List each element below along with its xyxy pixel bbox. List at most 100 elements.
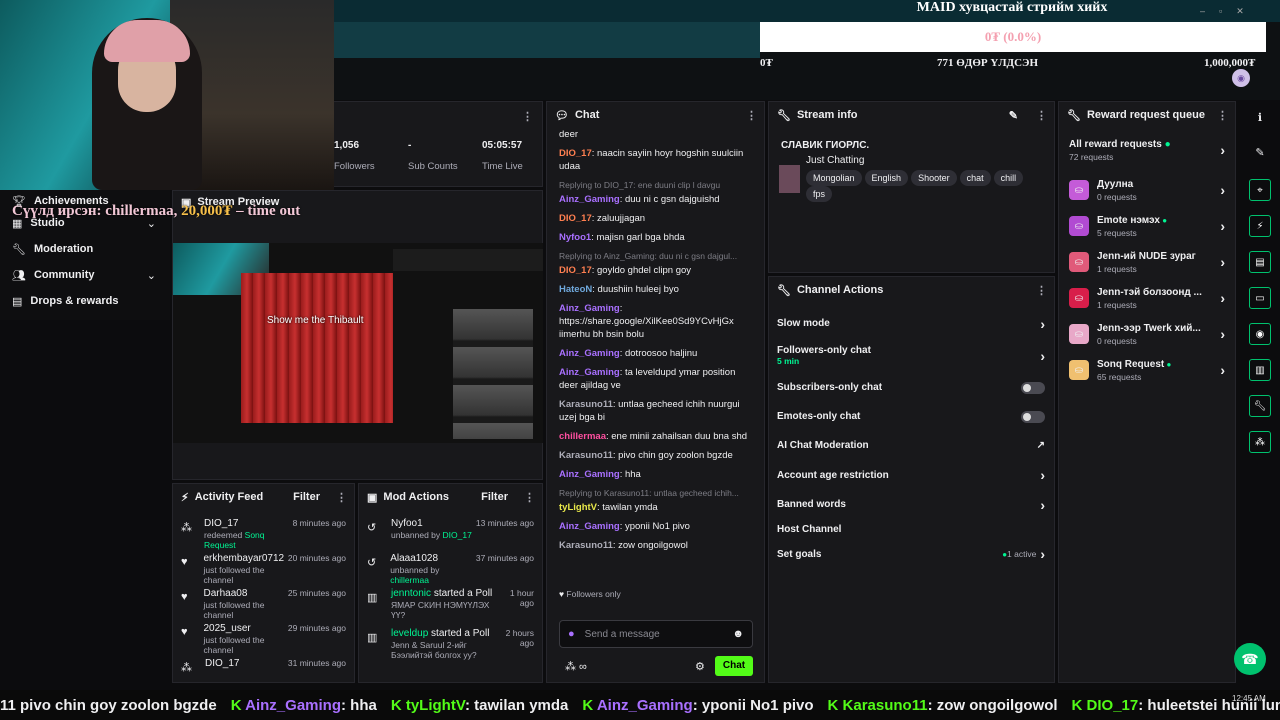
chat-message[interactable]: Replying to Ainz_Gaming: duu ni c gsn da… <box>559 250 752 277</box>
chat-message[interactable]: Ainz_Gaming: yponii No1 pivo <box>559 520 752 533</box>
chat-username[interactable]: Karasuno11 <box>559 540 613 551</box>
stream-tag[interactable]: fps <box>806 186 833 202</box>
sidebar-item-community[interactable]: 👥︎ Community ⌄ <box>0 262 170 288</box>
chat-message[interactable]: Nyfoo1: majisn garl bga bhda <box>559 231 752 244</box>
chat-message[interactable]: Ainz_Gaming: hha <box>559 468 752 481</box>
sidebar-item-moderation[interactable]: 🔧︎ Moderation <box>0 236 170 262</box>
mod-item[interactable]: ▥ jenntonic started a Poll ЯМАР СКИН НЭМҮҮ… <box>359 588 542 628</box>
sidebar-item-drops[interactable]: ▤ Drops & rewards <box>0 288 170 314</box>
chat-username[interactable]: Karasuno11 <box>559 450 613 461</box>
reward-item[interactable]: ⛀ Jenn-ээр Twerk хий... 0 requests › <box>1059 316 1235 352</box>
mod-menu-button[interactable]: ⋮ <box>524 491 535 504</box>
reward-item[interactable]: ⛀ Emote нэмэх ● 5 requests › <box>1059 208 1235 244</box>
category-label[interactable]: Just Chatting <box>806 155 1044 166</box>
broadcast-icon[interactable]: ◉ <box>1249 323 1271 345</box>
channel-action-item[interactable]: Banned words › <box>769 490 1053 519</box>
edit-icon[interactable]: ✎ <box>1009 109 1018 122</box>
chat-message[interactable]: DIO_17: zaluujjagan <box>559 212 752 225</box>
activity-item[interactable]: ♥ erkhembayar0712 just followed the channe… <box>173 553 354 588</box>
support-button[interactable]: ☎︎ <box>1234 643 1266 675</box>
stream-tag[interactable]: English <box>864 170 909 186</box>
chat-username[interactable]: Karasuno11 <box>559 399 613 410</box>
mic-icon[interactable]: ● <box>568 628 575 640</box>
activity-menu-button[interactable]: ⋮ <box>336 491 347 504</box>
chat-message[interactable]: Karasuno11: pivo chin goy zoolon bgzde <box>559 449 752 462</box>
mod-item[interactable]: ↺ Nyfoo1 unbanned by DIO_17 13 minutes ago <box>359 518 542 553</box>
stream-tag[interactable]: chill <box>993 170 1024 186</box>
stream-preview-video[interactable]: Show me the Thibault <box>173 243 543 443</box>
chat-username[interactable]: Ainz_Gaming <box>559 194 620 205</box>
activity-filter-button[interactable]: Filter <box>293 491 320 503</box>
external-link-icon[interactable]: ↗ <box>1037 440 1045 451</box>
chat-username[interactable]: DIO_17 <box>559 265 592 276</box>
reward-menu-button[interactable]: ⋮ <box>1217 109 1228 122</box>
document-icon[interactable]: ▤ <box>1249 251 1271 273</box>
reward-item[interactable]: ⛀ Jenn-тэй болзоонд ... 1 requests › <box>1059 280 1235 316</box>
activity-item[interactable]: ♥ 2025_user just followed the channel 29 mi… <box>173 623 354 658</box>
layout-icon[interactable]: ▥ <box>1249 359 1271 381</box>
bolt-icon[interactable]: ⚡︎ <box>1249 215 1271 237</box>
channel-action-item[interactable]: Host Channel <box>769 519 1053 539</box>
chat-message[interactable]: Replying to DIO_17: ene duuni clip l dav… <box>559 179 752 206</box>
channel-action-item[interactable]: Emotes-only chat <box>769 402 1053 431</box>
chat-username[interactable]: Ainz_Gaming <box>559 303 620 314</box>
mod-filter-button[interactable]: Filter <box>481 491 508 503</box>
chat-username[interactable]: Ainz_Gaming <box>559 521 620 532</box>
chat-input[interactable]: ● Send a message ☻ <box>559 620 753 648</box>
stats-menu-button[interactable]: ⋮ <box>522 110 533 123</box>
chat-username[interactable]: Ainz_Gaming <box>559 367 620 378</box>
chat-username[interactable]: chillermaa <box>559 431 606 442</box>
activity-item[interactable]: ♥ Darhaa08 just followed the channel 25 min… <box>173 588 354 623</box>
chat-username[interactable]: DIO_17 <box>559 213 592 224</box>
chat-message[interactable]: Karasuno11: zow ongoilgowol <box>559 539 752 552</box>
stream-info-menu-button[interactable]: ⋮ <box>1036 109 1047 122</box>
chat-bottom-icons[interactable]: ⁂ ∞ <box>565 660 587 673</box>
chat-message[interactable]: Ainz_Gaming: https://share.google/XilKee… <box>559 302 752 341</box>
focus-icon[interactable]: ⌖ <box>1249 179 1271 201</box>
chat-username[interactable]: HateoN <box>559 284 592 295</box>
chat-settings-icon[interactable]: ⚙︎ <box>695 660 705 673</box>
activity-item[interactable]: ⁂ DIO_17 redeemed Sonq Request 8 minutes ag… <box>173 518 354 553</box>
reward-item[interactable]: ⛀ Дуулна 0 requests › <box>1059 172 1235 208</box>
chat-message[interactable]: chillermaa: ene minii zahailsan duu bna … <box>559 430 752 443</box>
chat-username[interactable]: tyLightV <box>559 502 597 513</box>
chat-message[interactable]: Replying to Karasuno11: untlaa gecheed i… <box>559 487 752 514</box>
chat-icon[interactable]: ▭ <box>1249 287 1271 309</box>
rewards-icon[interactable]: ⁂ <box>1249 431 1271 453</box>
chat-username[interactable]: Ainz_Gaming <box>559 469 620 480</box>
chat-username[interactable]: Nyfoo1 <box>559 232 591 243</box>
reward-item[interactable]: ⛀ Sonq Request ● 65 requests › <box>1059 352 1235 388</box>
channel-actions-menu-button[interactable]: ⋮ <box>1036 284 1047 297</box>
wrench-icon[interactable]: 🔧︎ <box>1249 395 1271 417</box>
channel-action-item[interactable]: Set goals ● 1 active › <box>769 539 1053 569</box>
activity-item[interactable]: ⁂ DIO_17 31 minutes ago <box>173 658 354 676</box>
chat-message[interactable]: Karasuno11: untlaa gecheed ichih nuurgui… <box>559 398 752 424</box>
channel-action-item[interactable]: Slow mode › <box>769 309 1053 338</box>
channel-action-item[interactable]: Followers-only chat 5 min › <box>769 338 1053 373</box>
info-icon[interactable]: ℹ <box>1240 111 1280 124</box>
chat-menu-button[interactable]: ⋮ <box>746 109 757 122</box>
chat-message[interactable]: deer <box>559 128 752 141</box>
stream-tag[interactable]: chat <box>959 170 991 186</box>
reward-item[interactable]: ⛀ Jenn-ий NUDE зураг 1 requests › <box>1059 244 1235 280</box>
pencil-icon[interactable]: ✎ <box>1240 146 1280 159</box>
stream-tag[interactable]: Shooter <box>911 170 957 186</box>
chat-message[interactable]: Ainz_Gaming: dotroosoo haljinu <box>559 347 752 360</box>
window-controls[interactable]: ‒▫✕ <box>1200 6 1258 17</box>
chat-message[interactable]: DIO_17: naacin sayiin hoyr hogshin suulc… <box>559 147 752 173</box>
avatar[interactable]: ◉ <box>1232 69 1250 87</box>
stream-tag[interactable]: Mongolian <box>806 170 862 186</box>
chat-username[interactable]: Ainz_Gaming <box>559 348 620 359</box>
chat-message[interactable]: HateoN: duushiin huleej byo <box>559 283 752 296</box>
emote-icon[interactable]: ☻ <box>732 628 744 640</box>
all-rewards-item[interactable]: All reward requests ● 72 requests › <box>1059 128 1235 172</box>
mod-item[interactable]: ↺ Alaaa1028 unbanned by chillermaa 37 minut… <box>359 553 542 588</box>
chat-send-button[interactable]: Chat <box>715 656 753 676</box>
chat-message[interactable]: Ainz_Gaming: ta leveldupd ymar position … <box>559 366 752 392</box>
channel-action-item[interactable]: Account age restriction › <box>769 460 1053 490</box>
chat-username[interactable]: DIO_17 <box>559 148 592 159</box>
toggle-switch[interactable] <box>1021 410 1045 423</box>
channel-action-item[interactable]: Subscribers-only chat <box>769 373 1053 402</box>
channel-action-item[interactable]: AI Chat Moderation ↗ <box>769 431 1053 460</box>
mod-item[interactable]: ▥ leveldup started a Poll Jenn & Saruul 2-… <box>359 628 542 668</box>
